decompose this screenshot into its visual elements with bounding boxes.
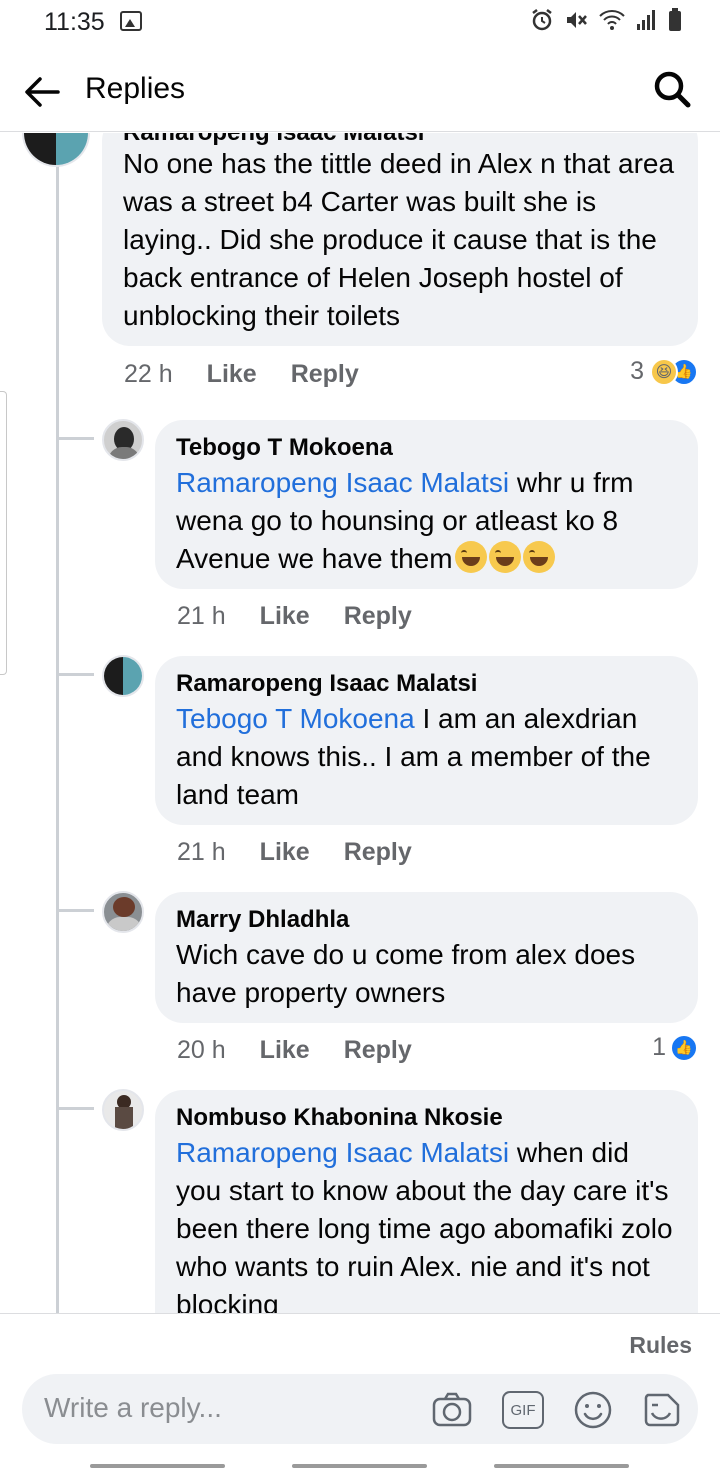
status-icons (530, 8, 682, 32)
comment-author[interactable]: Ramaropeng Isaac Malatsi (176, 668, 676, 700)
comment-bubble[interactable]: Marry Dhladhla Wich cave do u come from … (155, 892, 698, 1023)
comment-time[interactable]: 20 h (177, 1036, 226, 1065)
replies-list[interactable]: Ramaropeng Isaac Malatsi No one has the … (0, 133, 720, 1313)
like-reaction-icon: 👍 (670, 1033, 698, 1062)
comment-text: Wich cave do u come from alex does have … (176, 939, 636, 1008)
signal-icon (637, 10, 655, 30)
comment-bubble[interactable]: Ramaropeng Isaac Malatsi No one has the … (102, 133, 698, 346)
comment-bubble[interactable]: Ramaropeng Isaac Malatsi Tebogo T Mokoen… (155, 656, 698, 825)
search-icon[interactable] (652, 69, 692, 109)
avatar[interactable] (102, 655, 144, 697)
rules-link[interactable]: Rules (629, 1332, 692, 1359)
comment-text: Tebogo T Mokoena I am an alexdrian and k… (176, 703, 651, 810)
avatar[interactable] (22, 133, 90, 167)
comment-author[interactable]: Tebogo T Mokoena (176, 432, 676, 464)
thread-connector (56, 437, 94, 440)
reaction-count: 3 (630, 357, 644, 385)
comment-meta: 20 h Like Reply (177, 1036, 412, 1065)
thread-connector (56, 673, 94, 676)
nav-recents-handle[interactable] (494, 1464, 629, 1468)
reaction-summary[interactable]: 1 👍 (652, 1033, 698, 1062)
reply-input[interactable] (44, 1392, 424, 1424)
grinning-sweat-emoji-icon (488, 541, 521, 573)
like-button[interactable]: Like (260, 602, 310, 631)
thread-line (56, 133, 59, 1313)
grinning-sweat-emoji-icon (522, 541, 555, 573)
scroll-edge-indicator (0, 391, 7, 675)
comment-bubble[interactable]: Tebogo T Mokoena Ramaropeng Isaac Malats… (155, 420, 698, 589)
status-time: 11:35 (44, 8, 105, 36)
gallery-icon (120, 11, 142, 31)
camera-icon[interactable] (431, 1389, 473, 1431)
status-bar: 11:35 (0, 0, 720, 46)
reaction-summary[interactable]: 3 😆 👍 (630, 357, 698, 386)
sticker-icon[interactable] (640, 1389, 682, 1431)
reply-button[interactable]: Reply (344, 1036, 412, 1065)
alarm-icon (532, 9, 552, 31)
gif-icon[interactable]: GIF (502, 1391, 544, 1429)
reply-button[interactable]: Reply (344, 602, 412, 631)
thread-connector (56, 1107, 94, 1110)
wifi-icon (599, 10, 625, 30)
comment-meta: 21 h Like Reply (177, 602, 412, 631)
avatar[interactable] (102, 1089, 144, 1131)
comment-text: Ramaropeng Isaac Malatsi whr u frm wena … (176, 467, 634, 574)
comment-meta: 22 h Like Reply (124, 360, 359, 389)
nav-back-handle[interactable] (90, 1464, 225, 1468)
like-button[interactable]: Like (260, 838, 310, 867)
arrow-left-icon[interactable] (22, 72, 62, 112)
comment-author[interactable]: Marry Dhladhla (176, 904, 676, 936)
haha-reaction-icon: 😆 (650, 357, 678, 386)
comment-meta: 21 h Like Reply (177, 838, 412, 867)
comment-time[interactable]: 21 h (177, 602, 226, 631)
page-title: Replies (85, 72, 186, 105)
battery-icon (669, 8, 681, 31)
reply-button[interactable]: Reply (344, 838, 412, 867)
header: Replies (0, 52, 720, 132)
reaction-count: 1 (652, 1033, 666, 1061)
reply-box[interactable]: GIF (22, 1374, 698, 1444)
avatar[interactable] (102, 419, 144, 461)
gif-label: GIF (510, 1401, 536, 1419)
comment-bubble[interactable]: Nombuso Khabonina Nkosie Ramaropeng Isaa… (155, 1090, 698, 1313)
thread-connector (56, 909, 94, 912)
like-button[interactable]: Like (207, 360, 257, 389)
grinning-sweat-emoji-icon (454, 541, 487, 573)
comment-time[interactable]: 22 h (124, 360, 173, 389)
mention-link[interactable]: Ramaropeng Isaac Malatsi (176, 1137, 509, 1168)
like-button[interactable]: Like (260, 1036, 310, 1065)
reply-composer: Rules GIF (0, 1313, 720, 1480)
comment-author[interactable]: Nombuso Khabonina Nkosie (176, 1102, 676, 1134)
comment-time[interactable]: 21 h (177, 838, 226, 867)
comment-text: Ramaropeng Isaac Malatsi when did you st… (176, 1137, 673, 1313)
comment-author[interactable]: Ramaropeng Isaac Malatsi (123, 133, 676, 145)
mute-icon (567, 12, 587, 28)
emoji-icon[interactable] (572, 1389, 614, 1431)
reply-button[interactable]: Reply (291, 360, 359, 389)
mention-link[interactable]: Tebogo T Mokoena (176, 703, 415, 734)
nav-home-handle[interactable] (292, 1464, 427, 1468)
mention-link[interactable]: Ramaropeng Isaac Malatsi (176, 467, 509, 498)
avatar[interactable] (102, 891, 144, 933)
comment-text: No one has the tittle deed in Alex n tha… (123, 148, 675, 331)
